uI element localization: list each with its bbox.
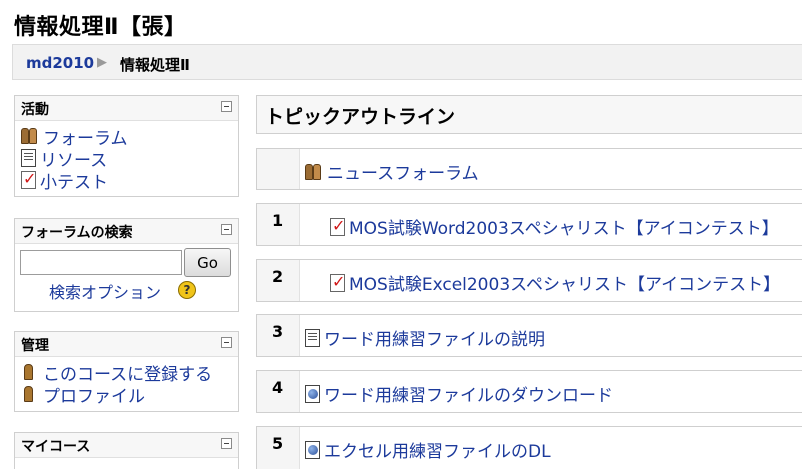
section-side: 1 — [257, 204, 300, 245]
forum-search-block-header: フォーラムの検索 — [15, 219, 238, 244]
section-0: ニュースフォーラム — [256, 148, 802, 190]
breadcrumb-current: 情報処理Ⅱ — [120, 56, 190, 74]
forum-search-block-title: フォーラムの検索 — [21, 225, 133, 241]
section-4: 4 ワード用練習ファイルのダウンロード — [256, 370, 802, 413]
forum-search-input[interactable] — [20, 250, 182, 275]
section-number: 5 — [272, 434, 284, 453]
web-link-icon — [305, 440, 320, 459]
my-courses-block-title: マイコース — [21, 439, 91, 455]
activities-block: 活動 フォーラム リソース 小テスト — [14, 95, 239, 197]
collapse-icon[interactable] — [221, 224, 232, 235]
section-item: ニュースフォーラム — [305, 159, 479, 184]
topic-outline-header: トピックアウトライン — [256, 95, 802, 134]
profile-icon — [21, 385, 39, 403]
collapse-icon[interactable] — [221, 337, 232, 348]
advanced-search-link[interactable]: 検索オプション — [49, 279, 161, 303]
admin-block: 管理 このコースに登録する プロファイル — [14, 331, 239, 412]
forum-icon — [305, 163, 323, 181]
activity-link-quiz[interactable]: 小テスト — [40, 168, 108, 193]
resource-icon — [21, 149, 36, 167]
section-3: 3 ワード用練習ファイルの説明 — [256, 314, 802, 357]
section-side — [257, 149, 300, 189]
section-item: ワード用練習ファイルのダウンロード — [305, 381, 613, 406]
section-5: 5 エクセル用練習ファイルのDL — [256, 426, 802, 469]
section-item: MOS試験Excel2003スペシャリスト【アイコンテスト】 — [330, 270, 780, 295]
section-number: 3 — [272, 322, 284, 341]
admin-item-enrol: このコースに登録する — [21, 361, 238, 385]
news-forum-link[interactable]: ニュースフォーラム — [327, 159, 479, 184]
topic-outline-title: トピックアウトライン — [265, 106, 456, 128]
help-icon[interactable]: ? — [178, 281, 196, 299]
section-item: エクセル用練習ファイルのDL — [305, 437, 551, 462]
admin-item-profile: プロファイル — [21, 382, 238, 407]
my-courses-block: マイコース — [14, 432, 239, 469]
section-side: 3 — [257, 315, 300, 356]
web-link-icon — [305, 384, 320, 403]
section-1: 1 MOS試験Word2003スペシャリスト【アイコンテスト】 — [256, 203, 802, 246]
section-side: 5 — [257, 427, 300, 469]
section-2: 2 MOS試験Excel2003スペシャリスト【アイコンテスト】 — [256, 259, 802, 302]
section-item: MOS試験Word2003スペシャリスト【アイコンテスト】 — [330, 214, 779, 239]
activities-block-header: 活動 — [15, 96, 238, 121]
section-number: 4 — [272, 378, 284, 397]
forum-search-block: フォーラムの検索 Go 検索オプション ? — [14, 218, 239, 312]
section-item: ワード用練習ファイルの説明 — [305, 325, 545, 350]
activities-block-title: 活動 — [21, 102, 49, 118]
enrol-icon — [21, 363, 39, 381]
excel-download-link[interactable]: エクセル用練習ファイルのDL — [324, 437, 551, 462]
section-side: 2 — [257, 260, 300, 301]
excel-quiz-link[interactable]: MOS試験Excel2003スペシャリスト【アイコンテスト】 — [349, 270, 780, 295]
admin-block-header: 管理 — [15, 332, 238, 357]
word-download-link[interactable]: ワード用練習ファイルのダウンロード — [324, 381, 613, 406]
breadcrumb-home-link[interactable]: md2010 — [26, 54, 94, 72]
admin-block-title: 管理 — [21, 338, 49, 354]
course-title: 情報処理Ⅱ【張】 — [14, 15, 187, 40]
collapse-icon[interactable] — [221, 438, 232, 449]
quiz-icon — [330, 216, 345, 236]
section-side: 4 — [257, 371, 300, 412]
breadcrumb: md2010 ▶ 情報処理Ⅱ — [12, 44, 802, 80]
forum-icon — [21, 127, 39, 145]
collapse-icon[interactable] — [221, 101, 232, 112]
quiz-icon — [21, 169, 36, 189]
section-number: 2 — [272, 267, 284, 286]
word-practice-info-link[interactable]: ワード用練習ファイルの説明 — [324, 325, 545, 350]
word-quiz-link[interactable]: MOS試験Word2003スペシャリスト【アイコンテスト】 — [349, 214, 779, 239]
search-go-button[interactable]: Go — [184, 248, 231, 277]
breadcrumb-separator-icon: ▶ — [97, 55, 107, 70]
activity-item-quiz: 小テスト — [21, 168, 238, 193]
activity-item-forum: フォーラム — [21, 125, 238, 149]
profile-link[interactable]: プロファイル — [43, 382, 145, 407]
activity-item-resource: リソース — [21, 147, 238, 171]
my-courses-block-header: マイコース — [15, 433, 238, 458]
section-number: 1 — [272, 211, 284, 230]
quiz-icon — [330, 272, 345, 292]
resource-icon — [305, 328, 320, 347]
